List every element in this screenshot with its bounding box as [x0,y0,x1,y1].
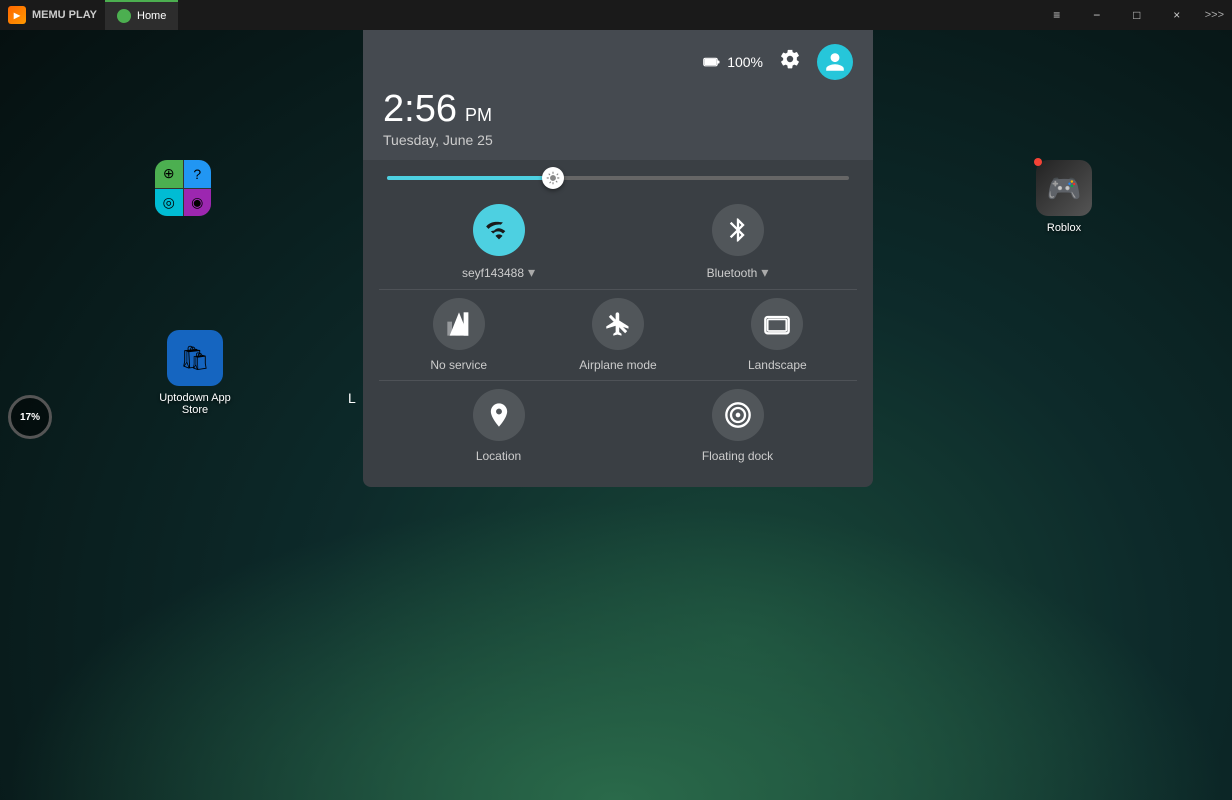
apps-icon-grid: ⊕ ? ◎ ◉ [155,160,211,216]
wifi-label-row: seyf143488 ▾ [462,264,535,281]
restore-button[interactable]: □ [1117,0,1157,30]
no-service-label: No service [430,358,487,372]
brightness-slider[interactable] [387,176,849,180]
roblox-icon: 🎮 [1036,160,1092,216]
apps-cell-1: ⊕ [155,160,183,188]
toggle-divider-1 [379,289,857,290]
landscape-toggle[interactable]: Landscape [732,298,822,372]
brightness-thumb[interactable] [542,167,564,189]
brightness-row [363,160,873,196]
tab-label: Home [137,10,166,22]
landscape-label: Landscape [748,358,807,372]
menu-button[interactable]: ≡ [1037,0,1077,30]
bluetooth-dropdown-arrow[interactable]: ▾ [761,264,768,281]
roblox-label: Roblox [1047,222,1081,234]
quick-settings-panel: 100% 2:56 PM Tuesday, June 25 [363,30,873,487]
tab-favicon [117,9,131,23]
floating-dock-icon [724,401,752,429]
location-icon-circle [473,389,525,441]
battery-percent-label: 100% [727,54,763,70]
brightness-fill [387,176,553,180]
logo-text: MEMU PLAY [32,9,97,21]
no-service-icon-circle [433,298,485,350]
minimize-button[interactable]: − [1077,0,1117,30]
close-button[interactable]: × [1157,0,1197,30]
no-service-toggle[interactable]: No service [414,298,504,372]
airplane-mode-label: Airplane mode [579,358,656,372]
wifi-dropdown-arrow[interactable]: ▾ [528,264,535,281]
bluetooth-icon-circle [712,204,764,256]
more-options[interactable]: >>> [1197,9,1232,21]
qs-ampm: PM [465,105,492,126]
bluetooth-label: Bluetooth [707,266,758,280]
location-toggle[interactable]: Location [454,389,544,463]
desktop-l-label: L [348,390,356,406]
location-icon [485,401,513,429]
qs-top-row: 100% [383,44,853,80]
wifi-label: seyf143488 [462,266,524,280]
battery-icon [703,53,721,71]
home-tab[interactable]: Home [105,0,178,30]
airplane-icon-circle [592,298,644,350]
bluetooth-icon [724,216,752,244]
floating-dock-toggle[interactable]: Floating dock [693,389,783,463]
apps-cell-3: ◎ [155,189,183,217]
desktop-icon-roblox[interactable]: 🎮 Roblox [1036,160,1092,234]
apps-cell-2: ? [184,160,212,188]
signal-triangle-icon [445,310,473,338]
uptodown-label: Uptodown App Store [155,392,235,416]
uptodown-icon: 🛍 [167,330,223,386]
bluetooth-label-row: Bluetooth ▾ [707,264,769,281]
bluetooth-toggle[interactable]: Bluetooth ▾ [693,204,783,281]
desktop-icon-uptodown[interactable]: 🛍 Uptodown App Store [155,330,235,416]
floating-dock-label: Floating dock [702,449,773,463]
battery-info: 100% [703,53,763,71]
window-controls: ≡ − □ × >>> [1037,0,1232,30]
wifi-icon-circle [473,204,525,256]
airplane-mode-toggle[interactable]: Airplane mode [573,298,663,372]
roblox-notification-dot [1034,158,1042,166]
airplane-icon [604,310,632,338]
title-bar: ▶ MEMU PLAY Home ≡ − □ × >>> [0,0,1232,30]
floating-dock-icon-circle [712,389,764,441]
qs-time: 2:56 [383,90,457,128]
logo-icon: ▶ [8,6,26,24]
user-avatar[interactable] [817,44,853,80]
app-logo: ▶ MEMU PLAY [0,6,105,24]
toggle-row-1: seyf143488 ▾ Bluetooth ▾ [379,204,857,281]
toggle-divider-2 [379,380,857,381]
toggle-row-2: No service Airplane mode [379,298,857,372]
location-label: Location [476,449,521,463]
qs-toggles: seyf143488 ▾ Bluetooth ▾ [363,196,873,487]
wifi-icon [485,216,513,244]
wifi-toggle[interactable]: seyf143488 ▾ [454,204,544,281]
apps-cell-4: ◉ [184,189,212,217]
qs-header: 100% 2:56 PM Tuesday, June 25 [363,30,873,160]
landscape-icon [763,310,791,338]
settings-button[interactable] [779,48,801,76]
landscape-icon-circle [751,298,803,350]
qs-date: Tuesday, June 25 [383,132,853,148]
toggle-row-3: Location Floating dock [379,389,857,463]
desktop-battery-indicator: 17% [8,395,52,439]
desktop-icon-apps[interactable]: ⊕ ? ◎ ◉ [155,160,211,216]
